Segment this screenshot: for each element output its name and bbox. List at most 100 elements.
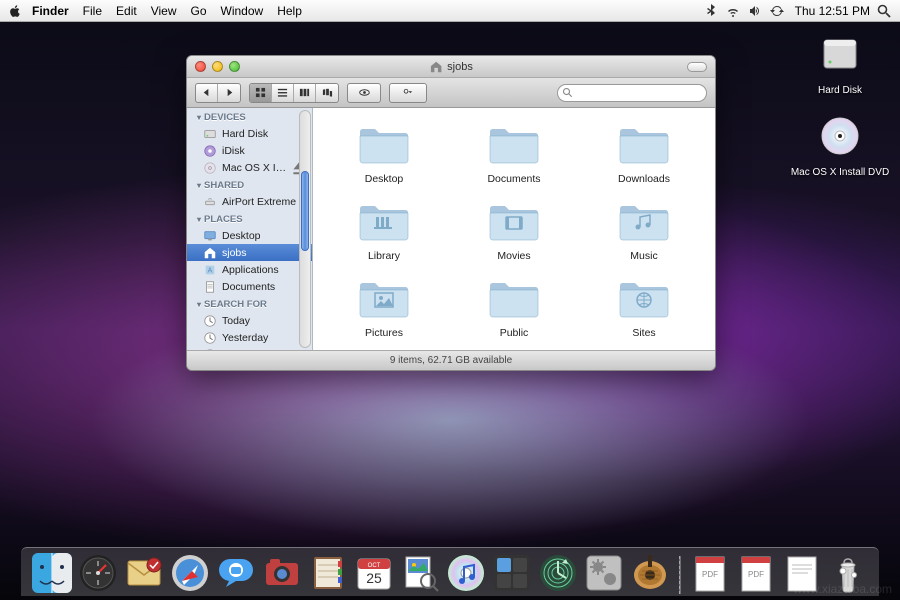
folder-movies[interactable]: Movies [453,199,575,262]
document-icon: PDF [690,553,730,593]
garageband-icon [630,553,670,593]
sidebar-item-mac-os-x-i-[interactable]: Mac OS X I… [187,159,312,176]
folder-downloads[interactable]: Downloads [583,122,705,185]
spotlight-icon[interactable] [876,3,892,19]
sidebar-item-label: Yesterday [222,332,268,344]
sync-icon[interactable] [769,3,785,19]
itunes-icon [446,553,486,593]
menu-file[interactable]: File [83,4,102,18]
dock-separator [679,556,681,594]
dock-item-dashboard[interactable] [77,552,119,594]
dock-item-addressbook[interactable] [307,552,349,594]
finder-window: sjobs DEVICESHard DiskiDisk Mac OS X I… SH… [186,55,716,371]
dock-stack-doc2[interactable]: PDF [735,552,777,594]
menu-go[interactable]: Go [191,4,207,18]
menubar-clock[interactable]: Thu 12:51 PM [795,4,870,18]
sidebar-item-label: Mac OS X I… [222,162,286,174]
sidebar-item-past-week[interactable]: Past Week [187,346,312,350]
folder-icon [486,122,542,166]
forward-button[interactable] [218,84,240,102]
sidebar-section-header[interactable]: SEARCH FOR [187,295,312,312]
hdd-icon [203,127,217,141]
sidebar-item-label: Today [222,315,250,327]
folder-icon [356,122,412,166]
volume-icon[interactable] [747,3,763,19]
folder-icon [616,122,672,166]
coverflow-view-button[interactable] [316,84,338,102]
folder-library[interactable]: Library [323,199,445,262]
systemprefs-icon [584,553,624,593]
sidebar-item-today[interactable]: Today [187,312,312,329]
back-button[interactable] [196,84,218,102]
list-view-button[interactable] [272,84,294,102]
dock-item-mail[interactable] [123,552,165,594]
dock-item-spaces[interactable] [491,552,533,594]
dock-item-preview[interactable] [399,552,441,594]
folder-desktop[interactable]: Desktop [323,122,445,185]
folder-label: Downloads [583,173,705,185]
folder-public[interactable]: Public [453,276,575,339]
toolbar-toggle-button[interactable] [687,62,707,72]
folder-label: Desktop [323,173,445,185]
dock-item-finder[interactable] [31,552,73,594]
icon-view-button[interactable] [250,84,272,102]
airport-icon[interactable] [725,3,741,19]
folder-sites[interactable]: Sites [583,276,705,339]
active-app-name[interactable]: Finder [32,4,69,18]
dock-item-garageband[interactable] [629,552,671,594]
quicklook-button[interactable] [348,84,380,102]
dock-item-safari[interactable] [169,552,211,594]
bluetooth-icon[interactable] [703,3,719,19]
icon-label: Mac OS X Install DVD [790,167,890,178]
folder-pictures[interactable]: Pictures [323,276,445,339]
document-icon: PDF [736,553,776,593]
finder-content-area[interactable]: Desktop Documents Downloads LibraryMoviesMu… [313,108,715,350]
column-view-button[interactable] [294,84,316,102]
dock-stack-doc1[interactable]: PDF [689,552,731,594]
folder-music[interactable]: Music [583,199,705,262]
sidebar-section-header[interactable]: PLACES [187,210,312,227]
sidebar-item-documents[interactable]: Documents [187,278,312,295]
dock-item-timemachine[interactable] [537,552,579,594]
sidebar-section-header[interactable]: DEVICES [187,108,312,125]
search-input[interactable] [557,84,707,102]
apps-icon: A [203,263,217,277]
docs-icon [203,280,217,294]
menu-help[interactable]: Help [277,4,302,18]
preview-icon [400,553,440,593]
sidebar-item-label: Desktop [222,230,261,242]
desktop-icon-dvd[interactable]: Mac OS X Install DVD [790,112,890,178]
dock-item-ical[interactable]: OCT25 [353,552,395,594]
sidebar-item-sjobs[interactable]: sjobs [187,244,312,261]
scrollbar-thumb[interactable] [301,171,309,251]
sidebar-item-airport-extreme[interactable]: AirPort Extreme [187,193,312,210]
apple-menu-icon[interactable] [8,4,22,18]
sidebar-scrollbar[interactable] [299,110,311,348]
sidebar-item-applications[interactable]: AApplications [187,261,312,278]
dock-item-itunes[interactable] [445,552,487,594]
photobooth-icon [262,553,302,593]
dock-item-systemprefs[interactable] [583,552,625,594]
sidebar-item-yesterday[interactable]: Yesterday [187,329,312,346]
sidebar-item-desktop[interactable]: Desktop [187,227,312,244]
dock-item-photobooth[interactable] [261,552,303,594]
sidebar-section-header[interactable]: SHARED [187,176,312,193]
window-titlebar[interactable]: sjobs [187,56,715,78]
action-menu-button[interactable] [390,84,426,102]
ical-icon: OCT25 [354,553,394,593]
zoom-button[interactable] [229,61,240,72]
dock-item-ichat[interactable] [215,552,257,594]
menu-view[interactable]: View [151,4,177,18]
folder-label: Documents [453,173,575,185]
ichat-icon [216,553,256,593]
desktop-icon-hard-disk[interactable]: Hard Disk [790,30,890,96]
clock-icon [203,331,217,345]
minimize-button[interactable] [212,61,223,72]
sidebar-item-hard-disk[interactable]: Hard Disk [187,125,312,142]
close-button[interactable] [195,61,206,72]
sidebar-item-idisk[interactable]: iDisk [187,142,312,159]
menu-edit[interactable]: Edit [116,4,137,18]
folder-documents[interactable]: Documents [453,122,575,185]
menu-window[interactable]: Window [221,4,264,18]
svg-text:OCT: OCT [368,563,381,569]
